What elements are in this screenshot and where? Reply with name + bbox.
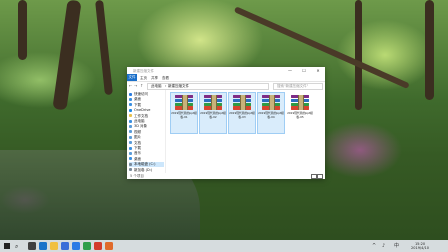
nav-item[interactable]: 桌面 [129,97,164,102]
tray-overflow-icon[interactable]: ^ [372,242,376,250]
taskbar-edge-icon[interactable] [39,242,47,250]
winrar-archive-icon [204,95,222,110]
taskbar-explorer-icon[interactable] [50,242,58,250]
search-placeholder: 搜索"新建压缩文件" [277,84,309,88]
nav-item-label: 文档 [134,140,141,145]
winrar-archive-icon [262,95,280,110]
clock-date: 2019/4/10 [411,246,429,250]
taskbar-task-view-icon[interactable] [28,242,36,250]
file-name: 2019现代简约ppt模板-04 [258,111,284,119]
nav-item[interactable]: OneDrive [129,108,164,113]
rar-file-item[interactable]: 2019现代简约ppt模板-02 [199,92,227,134]
tab-file[interactable]: 文件 [127,74,137,81]
breadcrumb-current-folder[interactable]: 新建压缩文件 [168,84,189,89]
document-folder-icon [129,141,132,145]
nav-item-label: 本地磁盘 (C:) [134,162,156,167]
nav-item[interactable]: 3D 对象 [129,124,164,129]
status-bar: 5 个项目 [127,173,325,179]
file-name: 2019现代简约ppt模板-01 [171,111,197,119]
window-title: 新建压缩文件 [133,68,154,73]
nav-item-label: 工作文档 [134,113,148,118]
nav-item-label: 图片 [134,135,141,140]
desktop-folder-icon [129,157,132,161]
nav-item[interactable]: 音乐 [129,151,164,156]
breadcrumb-this-pc[interactable]: 此电脑 [151,84,162,89]
nav-item[interactable]: 工作文档 [129,114,164,119]
taskbar-app-green-icon[interactable] [83,242,91,250]
file-explorer-window: 新建压缩文件 — ☐ ✕ 文件 主页 共享 查看 ← → ↑ 此电脑 › 新建压… [127,67,325,179]
picture-folder-icon [129,135,132,139]
folder-icon [129,114,132,118]
drive-icon [129,162,132,166]
address-row: ← → ↑ 此电脑 › 新建压缩文件 搜索"新建压缩文件" [127,82,325,90]
up-button[interactable]: ↑ [140,83,143,88]
nav-item[interactable]: 文档 [129,141,164,146]
nav-item[interactable]: 图片 [129,135,164,140]
search-icon[interactable]: ⌕ [15,243,18,250]
title-bar: 新建压缩文件 — ☐ ✕ [127,67,325,74]
minimize-button[interactable]: — [283,67,297,74]
download-folder-icon [129,146,132,150]
item-count: 5 个项目 [130,174,144,178]
input-method-icon[interactable]: 中 [394,242,399,250]
nav-item[interactable]: 本地磁盘 (C:) [129,162,164,168]
winrar-archive-icon [175,95,193,110]
winrar-archive-icon [233,95,251,110]
file-name: 2019现代简约ppt模板-05 [287,111,313,119]
nav-item[interactable]: 下载 [129,103,164,108]
nav-item-label: 桌面 [134,97,141,102]
windows-start-icon[interactable] [4,243,10,249]
computer-icon [129,119,132,123]
rar-file-item[interactable]: 2019现代简约ppt模板-04 [257,92,285,134]
nav-item-label: 音乐 [134,151,141,156]
tree-trunk [355,0,362,110]
cloud-icon [129,108,132,112]
taskbar-app-red-icon[interactable] [94,242,102,250]
rar-file-item[interactable]: 2019现代简约ppt模板-03 [228,92,256,134]
cube-folder-icon [129,124,132,128]
back-button[interactable]: ← [129,83,132,88]
tab-home[interactable]: 主页 [140,76,147,81]
file-name: 2019现代简约ppt模板-02 [200,111,226,119]
tree-trunk [95,0,113,96]
nav-item-label: 3D 对象 [134,124,148,129]
nav-item[interactable]: 新加卷 (D:) [129,168,164,173]
rar-file-item[interactable]: 2019现代简约ppt模板-01 [170,92,198,134]
download-folder-icon [129,103,132,107]
breadcrumb-separator: › [165,84,167,88]
forward-button[interactable]: → [134,83,137,88]
tree-trunk [18,0,27,60]
tab-view[interactable]: 查看 [162,76,169,81]
nav-item-label: OneDrive [134,108,151,113]
large-icons-view-icon[interactable] [317,174,323,179]
taskbar-app-orange-icon[interactable] [105,242,113,250]
video-folder-icon [129,130,132,134]
maximize-button[interactable]: ☐ [297,67,311,74]
music-folder-icon [129,151,132,155]
clock[interactable]: 15:20 2019/4/10 [407,242,433,251]
rar-file-item[interactable]: 2019现代简约ppt模板-05 [287,93,313,133]
tree-trunk [52,0,82,111]
taskbar-mail-icon[interactable] [72,242,80,250]
file-name: 2019现代简约ppt模板-03 [229,111,255,119]
nav-item-label: 新加卷 (D:) [134,167,153,172]
desktop-folder-icon [129,97,132,101]
taskbar-store-icon[interactable] [61,242,69,250]
tab-share[interactable]: 共享 [151,76,158,81]
tree-trunk [425,0,434,100]
search-box[interactable]: 搜索"新建压缩文件" [273,82,323,90]
taskbar: ⌕ ^ ♪ 中 15:20 2019/4/10 [0,240,448,252]
address-bar[interactable]: 此电脑 › 新建压缩文件 [147,82,269,90]
nav-item-label: 下载 [134,102,141,107]
drive-icon [129,168,132,172]
close-button[interactable]: ✕ [311,67,325,74]
ribbon-tabs: 文件 主页 共享 查看 [127,74,325,82]
star-icon [129,92,132,96]
file-list: 2019现代简约ppt模板-01 2019现代简约ppt模板-02 2019现代简约… [167,90,323,173]
navigation-pane: 快速访问 桌面 下载 OneDrive 工作文档 此电脑 3D 对象 视频 图片 文档 下载 音乐 桌面… [127,90,166,173]
volume-icon[interactable]: ♪ [382,242,385,250]
winrar-archive-icon [291,95,309,110]
